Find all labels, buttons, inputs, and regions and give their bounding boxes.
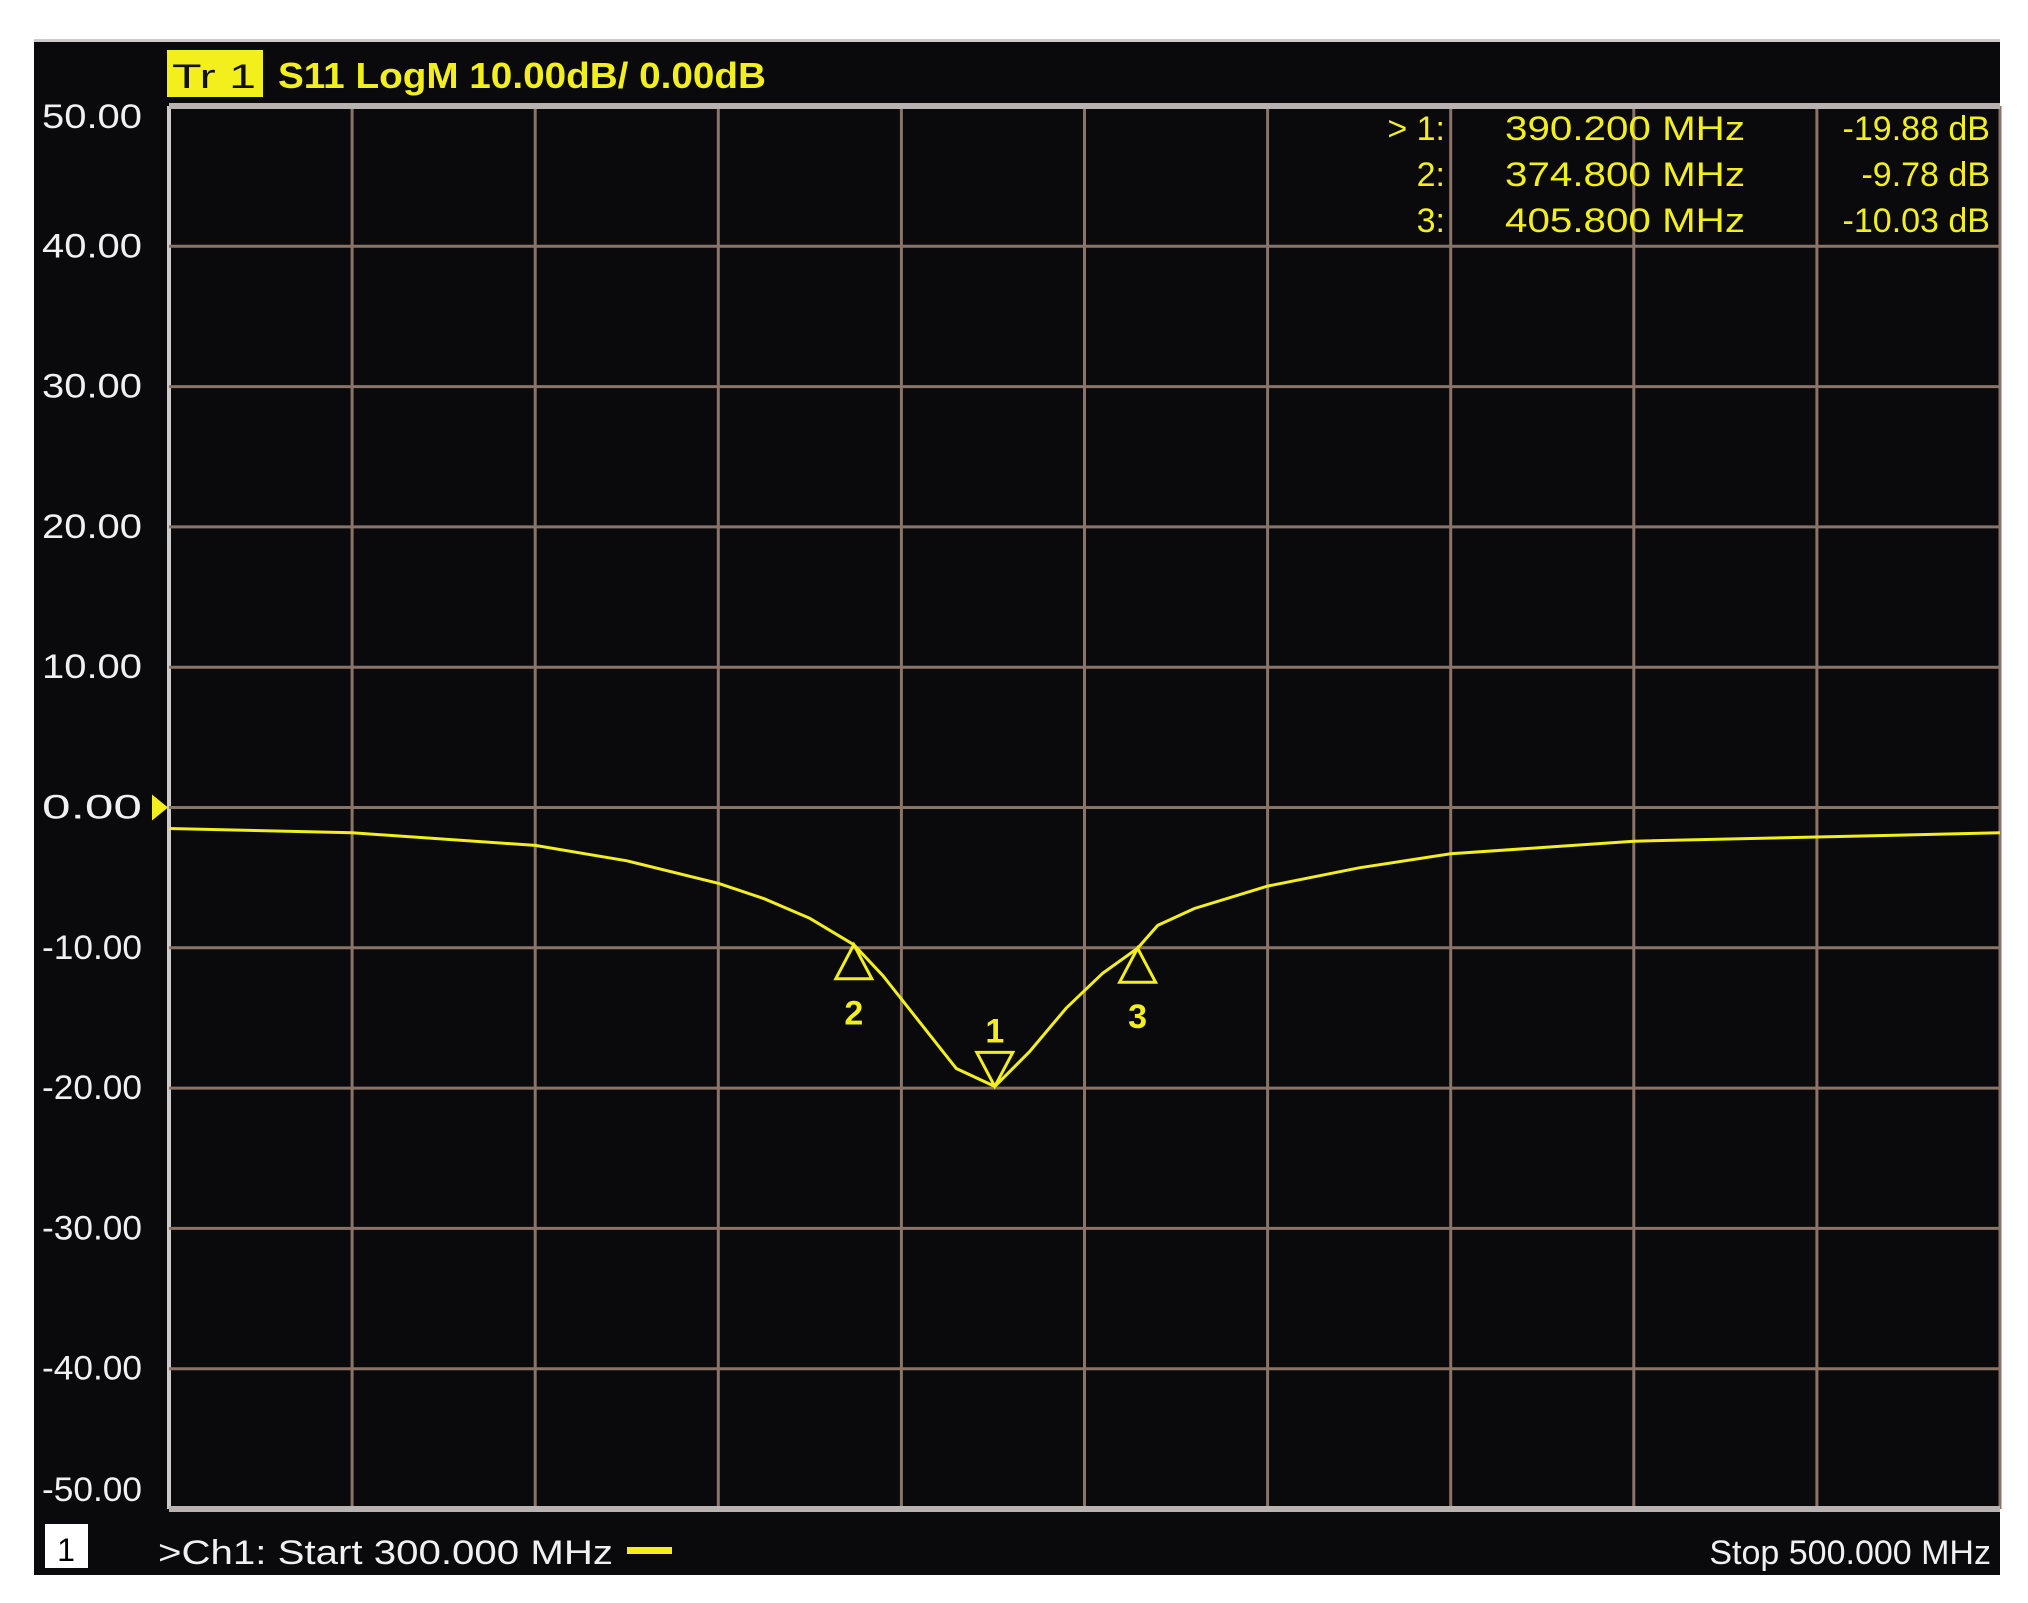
y-tick-label: -40.00 <box>42 1350 142 1388</box>
marker-3-value: -10.03 dB <box>1843 202 1990 240</box>
marker-2-id: 2: <box>1417 156 1445 194</box>
trace-description: S11 LogM 10.00dB/ 0.00dB <box>278 55 766 96</box>
marker-1-value: -19.88 dB <box>1843 110 1990 148</box>
y-tick-label: -10.00 <box>42 929 142 967</box>
channel-badge-label: 1 <box>57 1532 75 1568</box>
marker-label: 1 <box>985 1012 1004 1050</box>
y-tick-label: -30.00 <box>42 1209 142 1247</box>
marker-label: 3 <box>1128 998 1147 1036</box>
y-tick-label: 40.00 <box>42 227 142 265</box>
trace-badge-label: Tr 1 <box>172 58 256 96</box>
marker-3-frequency: 405.800 MHz <box>1505 202 1745 240</box>
marker-2-frequency: 374.800 MHz <box>1505 156 1745 194</box>
vna-display: 50.00 40.00 30.00 20.00 10.00 0.00 -10.00 -20.0… <box>0 0 2028 1603</box>
y-tick-label: 20.00 <box>42 508 142 546</box>
marker-1-id: > 1: <box>1387 110 1445 148</box>
marker-2-value: -9.78 dB <box>1861 156 1990 194</box>
y-tick-label: -50.00 <box>42 1471 142 1509</box>
y-tick-label: 30.00 <box>42 368 142 406</box>
y-tick-label: 50.00 <box>42 98 142 136</box>
marker-3-id: 3: <box>1417 202 1445 240</box>
top-border <box>34 39 2000 42</box>
marker-1-frequency: 390.200 MHz <box>1505 110 1745 148</box>
y-tick-label: -20.00 <box>42 1069 142 1107</box>
trace-color-indicator <box>627 1547 672 1554</box>
y-tick-label: 10.00 <box>42 648 142 686</box>
y-tick-label: 0.00 <box>42 789 142 827</box>
marker-label: 2 <box>844 995 863 1033</box>
start-frequency[interactable]: >Ch1: Start 300.000 MHz <box>158 1534 613 1572</box>
stop-frequency[interactable]: Stop 500.000 MHz <box>1709 1534 1991 1572</box>
